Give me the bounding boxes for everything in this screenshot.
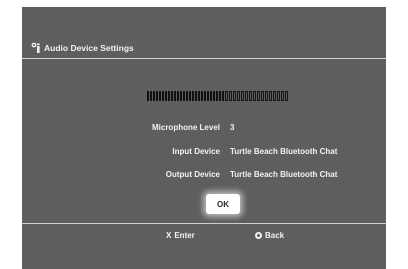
meter-segment-inactive xyxy=(285,91,288,101)
meter-segment-inactive xyxy=(257,91,260,101)
header-divider xyxy=(22,58,386,59)
enter-hint[interactable]: X Enter xyxy=(166,229,195,241)
meter-segment-active xyxy=(189,91,191,101)
setting-label: Output Device xyxy=(165,170,220,179)
page-title: Audio Device Settings xyxy=(44,43,134,53)
meter-segment-inactive xyxy=(249,91,252,101)
meter-segment-active xyxy=(198,91,200,101)
meter-segment-active xyxy=(180,91,182,101)
meter-segment-inactive xyxy=(241,91,244,101)
setting-row-microphone-level[interactable]: Microphone Level 3 xyxy=(22,123,386,135)
circle-button-icon xyxy=(255,231,262,239)
meter-segment-active xyxy=(216,91,218,101)
meter-segment-inactive xyxy=(253,91,256,101)
x-button-icon: X xyxy=(166,230,172,240)
meter-segment-active xyxy=(201,91,203,101)
setting-label: Microphone Level xyxy=(151,123,220,132)
meter-segment-active xyxy=(210,91,212,101)
meter-segment-inactive xyxy=(245,91,248,101)
meter-segment-active xyxy=(159,91,161,101)
meter-segment-active xyxy=(186,91,188,101)
microphone-level-meter xyxy=(147,91,288,101)
meter-segment-active xyxy=(204,91,206,101)
back-label: Back xyxy=(265,230,285,240)
meter-segment-active xyxy=(219,91,221,101)
back-hint[interactable]: Back xyxy=(255,229,284,241)
setting-row-input-device[interactable]: Input Device Turtle Beach Bluetooth Chat xyxy=(22,147,386,159)
meter-segment-inactive xyxy=(229,91,232,101)
meter-segment-inactive xyxy=(273,91,276,101)
screen-header: Audio Device Settings xyxy=(31,41,134,55)
meter-segment-inactive xyxy=(225,91,228,101)
meter-segment-inactive xyxy=(233,91,236,101)
meter-segment-inactive xyxy=(261,91,264,101)
meter-segment-active xyxy=(150,91,152,101)
meter-segment-inactive xyxy=(237,91,240,101)
setting-value: Turtle Beach Bluetooth Chat xyxy=(230,147,338,156)
meter-segment-inactive xyxy=(281,91,284,101)
meter-segment-active xyxy=(168,91,170,101)
meter-segment-active xyxy=(153,91,155,101)
setting-label: Input Device xyxy=(172,147,220,156)
meter-segment-active xyxy=(195,91,197,101)
meter-segment-active xyxy=(222,91,224,101)
meter-segment-inactive xyxy=(265,91,268,101)
meter-segment-active xyxy=(207,91,209,101)
meter-segment-inactive xyxy=(277,91,280,101)
setting-value: Turtle Beach Bluetooth Chat xyxy=(230,170,338,179)
setting-value: 3 xyxy=(230,123,235,132)
meter-segment-active xyxy=(177,91,179,101)
audio-settings-icon xyxy=(31,42,41,54)
meter-segment-active xyxy=(147,91,149,101)
meter-segment-active xyxy=(156,91,158,101)
meter-segment-inactive xyxy=(269,91,272,101)
meter-segment-active xyxy=(171,91,173,101)
meter-segment-active xyxy=(174,91,176,101)
meter-segment-active xyxy=(192,91,194,101)
meter-segment-active xyxy=(165,91,167,101)
setting-row-output-device[interactable]: Output Device Turtle Beach Bluetooth Cha… xyxy=(22,170,386,182)
meter-segment-active xyxy=(162,91,164,101)
meter-segment-active xyxy=(213,91,215,101)
audio-device-settings-screen: Audio Device Settings Microphone Level 3… xyxy=(22,7,386,269)
enter-label: Enter xyxy=(174,230,195,240)
meter-segment-active xyxy=(183,91,185,101)
ok-button[interactable]: OK xyxy=(206,194,240,214)
footer-divider xyxy=(22,223,386,224)
